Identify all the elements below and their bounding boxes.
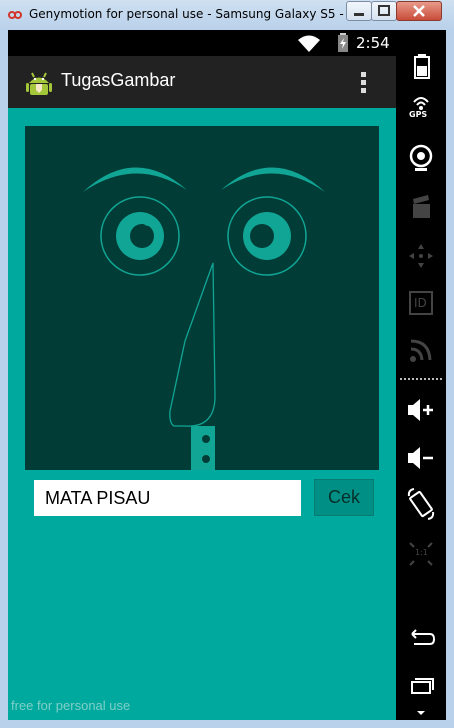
status-time: 2:54: [356, 34, 390, 52]
clapperboard-icon: [413, 195, 430, 218]
left-eyebrow: [83, 167, 187, 192]
network-tool[interactable]: [396, 332, 446, 368]
close-button[interactable]: [396, 1, 442, 21]
left-eye: [100, 196, 180, 276]
rotate-tool[interactable]: [396, 486, 446, 522]
id-label: ID: [414, 296, 427, 310]
recent-apps-icon: [411, 678, 434, 694]
check-button[interactable]: Cek: [314, 479, 374, 516]
drawing-canvas: [25, 126, 379, 470]
action-bar: TugasGambar: [8, 56, 396, 108]
right-eye: [227, 196, 307, 276]
genymotion-logo-icon: [8, 11, 22, 19]
capture-tool[interactable]: [396, 190, 446, 226]
minimize-icon: [354, 13, 364, 16]
camera-tool[interactable]: [396, 140, 446, 176]
webcam-icon: [409, 144, 433, 171]
battery-tool[interactable]: [396, 48, 446, 84]
device-id-tool[interactable]: ID: [396, 285, 446, 321]
volume-up-tool[interactable]: [396, 392, 446, 428]
knife-handle: [191, 426, 215, 470]
emulator-toolbar: GPS ID 1:1: [396, 30, 446, 720]
gps-signal-icon: [413, 97, 429, 110]
volume-down-tool[interactable]: [396, 440, 446, 476]
knife-blade: [169, 262, 216, 427]
back-tool[interactable]: [396, 620, 446, 656]
volume-up-icon: [408, 399, 433, 421]
overflow-menu-icon[interactable]: [356, 70, 370, 96]
minimize-button[interactable]: [346, 1, 372, 21]
battery-icon: [338, 33, 348, 52]
ratio-label: 1:1: [415, 548, 428, 557]
maximize-icon: [378, 5, 390, 16]
pixel-perfect-tool[interactable]: 1:1: [396, 536, 446, 572]
dpad-tool[interactable]: [396, 238, 446, 274]
volume-down-icon: [408, 447, 433, 469]
rotate-icon: [407, 488, 435, 520]
back-arrow-icon: [411, 629, 436, 645]
rss-signal-icon: [410, 339, 432, 362]
close-icon: [413, 5, 425, 17]
window-frame-right: [446, 30, 454, 720]
android-app-icon: [26, 72, 52, 95]
app-title: TugasGambar: [61, 70, 176, 90]
maximize-button[interactable]: [371, 1, 397, 21]
wifi-icon: [298, 35, 320, 52]
window-frame-left: [0, 30, 8, 720]
scroll-down-icon[interactable]: [396, 708, 446, 718]
answer-input[interactable]: [34, 480, 301, 516]
gps-tool[interactable]: GPS: [396, 90, 446, 126]
dpad-icon: [409, 244, 433, 268]
window-title: Genymotion for personal use - Samsung Ga…: [29, 7, 344, 21]
window-title-bar: Genymotion for personal use - Samsung Ga…: [0, 0, 454, 30]
recent-apps-tool[interactable]: [396, 668, 446, 704]
window-frame-bottom: [0, 720, 454, 728]
battery-icon: [414, 54, 430, 79]
watermark-text: free for personal use: [11, 698, 131, 713]
device-screen: 2:54 TugasGambar MATA PISAU Cek free for…: [8, 30, 396, 720]
toolbar-separator: [400, 378, 442, 380]
gps-label: GPS: [409, 110, 428, 119]
status-bar: 2:54: [8, 30, 396, 56]
right-eyebrow: [221, 167, 325, 192]
